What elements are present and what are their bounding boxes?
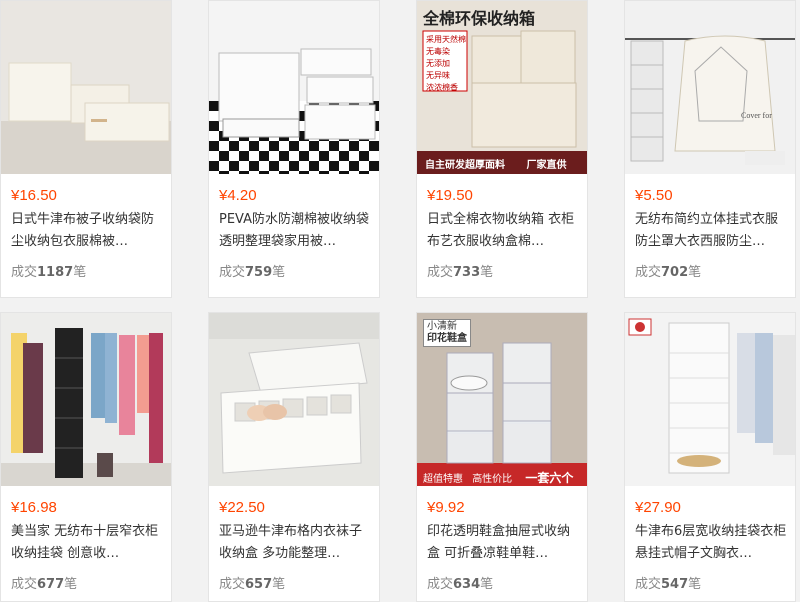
image-badge: 印花鞋盒 <box>427 333 467 344</box>
product-image[interactable]: Cover for <box>625 1 795 174</box>
product-price: ¥9.92 <box>427 499 465 516</box>
product-title[interactable]: 美当家 无纺布十层窄衣柜收纳挂袋 创意收… <box>11 521 163 565</box>
product-title[interactable]: 日式牛津布被子收纳袋防尘收纳包衣服棉被… <box>11 209 163 253</box>
image-headline: 全棉环保收纳箱 <box>423 9 536 28</box>
product-card[interactable]: ¥16.50 日式牛津布被子收纳袋防尘收纳包衣服棉被… 成交1187笔 <box>0 0 172 298</box>
product-title[interactable]: 无纺布简约立体挂式衣服防尘罩大衣西服防尘… <box>635 209 787 253</box>
product-card[interactable]: Cover for ¥5.50 无纺布简约立体挂式衣服防尘罩大衣西服防尘… 成交… <box>624 0 796 298</box>
sales-count: 成交677笔 <box>11 577 78 592</box>
sales-count: 成交702笔 <box>635 265 702 280</box>
image-footer: 一套六个 <box>525 471 574 485</box>
product-image[interactable] <box>1 1 171 174</box>
product-title[interactable]: 日式全棉衣物收纳箱 衣柜布艺衣服收纳盒棉… <box>427 209 579 253</box>
image-footer: 高性价比 <box>472 474 513 485</box>
product-image[interactable] <box>1 313 171 486</box>
product-price: ¥27.90 <box>635 499 681 516</box>
image-footer: 超值特惠 <box>423 474 463 485</box>
image-badge: 小清新 <box>427 321 457 332</box>
product-price: ¥5.50 <box>635 187 673 204</box>
sales-count: 成交634笔 <box>427 577 494 592</box>
image-tag: 无异味 <box>426 71 450 80</box>
product-card[interactable]: ¥4.20 PEVA防水防潮棉被收纳袋透明整理袋家用被… 成交759笔 <box>208 0 380 298</box>
image-tag: 浓浓棉香 <box>426 83 458 92</box>
sales-count: 成交657笔 <box>219 577 286 592</box>
image-footer: 自主研发超厚面料 <box>425 160 505 171</box>
product-card[interactable]: 小清新 印花鞋盒 超值特惠 高性价比 一套六个 ¥9.92 印花透明鞋盒抽屉式收… <box>416 312 588 602</box>
sales-count: 成交733笔 <box>427 265 494 280</box>
image-footer: 厂家直供 <box>526 160 567 171</box>
product-image[interactable] <box>209 1 379 174</box>
product-price: ¥16.50 <box>11 187 57 204</box>
product-title[interactable]: 亚马逊牛津布格内衣袜子收纳盒 多功能整理… <box>219 521 371 565</box>
image-cover-text: Cover for <box>741 111 772 120</box>
product-title[interactable]: PEVA防水防潮棉被收纳袋透明整理袋家用被… <box>219 209 371 253</box>
product-card[interactable]: ¥16.98 美当家 无纺布十层窄衣柜收纳挂袋 创意收… 成交677笔 <box>0 312 172 602</box>
product-image[interactable] <box>209 313 379 486</box>
product-price: ¥22.50 <box>219 499 265 516</box>
product-title[interactable]: 印花透明鞋盒抽屉式收纳盒 可折叠凉鞋单鞋… <box>427 521 579 565</box>
product-price: ¥19.50 <box>427 187 473 204</box>
product-image[interactable] <box>625 313 795 486</box>
image-tag: 无添加 <box>426 59 450 68</box>
sales-count: 成交759笔 <box>219 265 286 280</box>
product-image[interactable]: 小清新 印花鞋盒 超值特惠 高性价比 一套六个 <box>417 313 587 486</box>
product-card[interactable]: ¥27.90 牛津布6层宽收纳挂袋衣柜悬挂式帽子文胸衣… 成交547笔 <box>624 312 796 602</box>
product-title[interactable]: 牛津布6层宽收纳挂袋衣柜悬挂式帽子文胸衣… <box>635 521 787 565</box>
product-image[interactable]: 全棉环保收纳箱 采用天然棉 无毒染 无添加 无异味 浓浓棉香 自主研发超厚面料 … <box>417 1 587 174</box>
image-tag: 采用天然棉 <box>426 35 466 44</box>
product-card[interactable]: ¥22.50 亚马逊牛津布格内衣袜子收纳盒 多功能整理… 成交657笔 <box>208 312 380 602</box>
sales-count: 成交1187笔 <box>11 265 87 280</box>
sales-count: 成交547笔 <box>635 577 702 592</box>
image-tag: 无毒染 <box>426 47 450 56</box>
product-price: ¥4.20 <box>219 187 257 204</box>
product-price: ¥16.98 <box>11 499 57 516</box>
product-card[interactable]: 全棉环保收纳箱 采用天然棉 无毒染 无添加 无异味 浓浓棉香 自主研发超厚面料 … <box>416 0 588 298</box>
